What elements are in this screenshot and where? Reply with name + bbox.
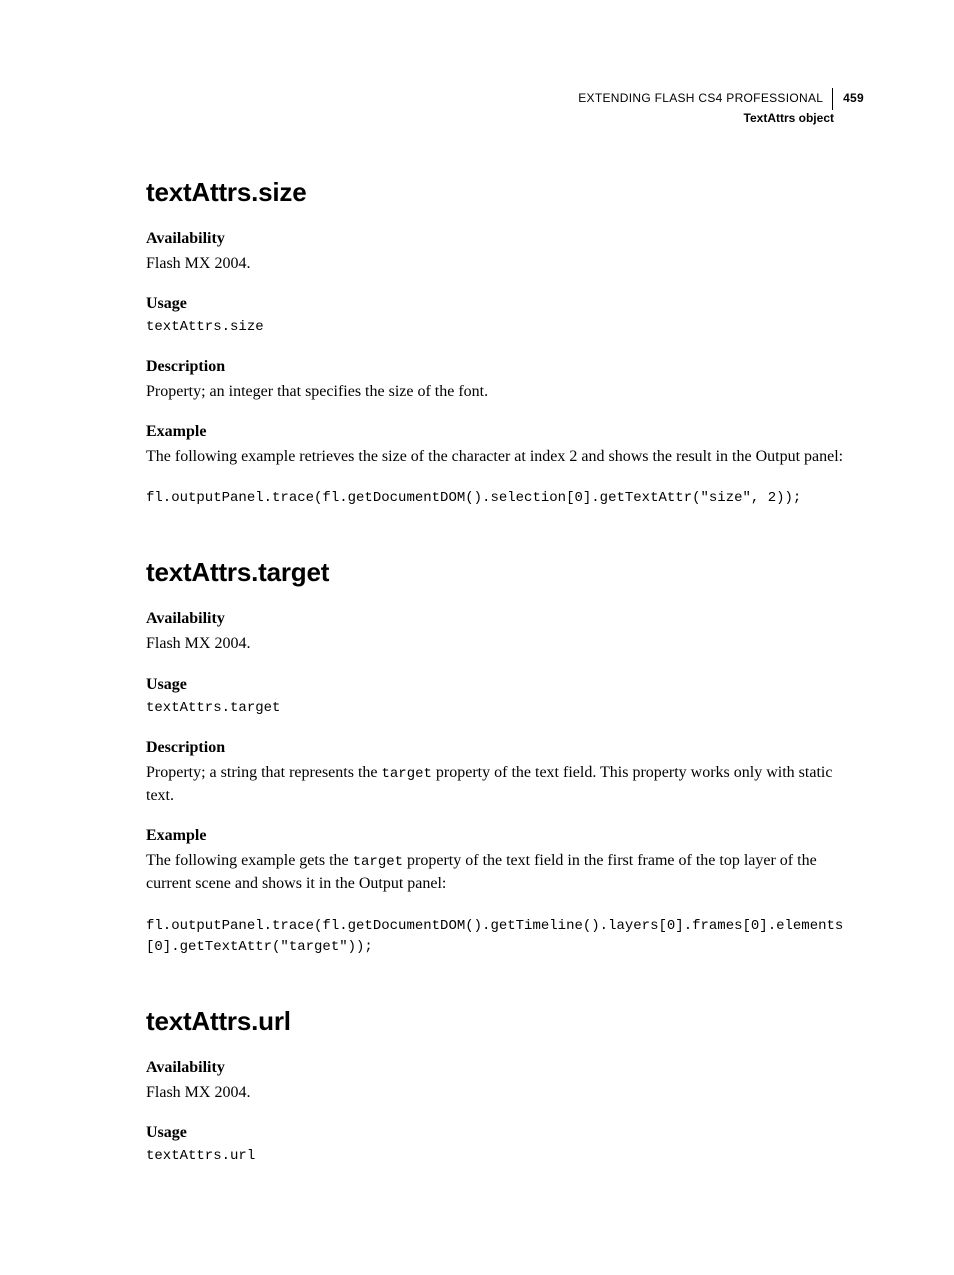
example-intro: The following example gets the target pr… bbox=[146, 849, 864, 895]
example-intro-code: target bbox=[353, 854, 403, 870]
page-number: 459 bbox=[843, 91, 864, 105]
description-label: Description bbox=[146, 739, 864, 757]
usage-code: textAttrs.target bbox=[146, 698, 864, 719]
example-intro-pre: The following example gets the bbox=[146, 852, 353, 869]
usage-label: Usage bbox=[146, 295, 864, 313]
example-code: fl.outputPanel.trace(fl.getDocumentDOM()… bbox=[146, 488, 864, 509]
availability-label: Availability bbox=[146, 610, 864, 628]
availability-label: Availability bbox=[146, 1059, 864, 1077]
description-inline-code: target bbox=[382, 766, 432, 782]
example-block: Example The following example retrieves … bbox=[146, 423, 864, 509]
example-block: Example The following example gets the t… bbox=[146, 827, 864, 957]
running-header: EXTENDING FLASH CS4 PROFESSIONAL 459 Tex… bbox=[146, 88, 864, 127]
usage-label: Usage bbox=[146, 676, 864, 694]
header-divider bbox=[832, 88, 833, 110]
usage-block: Usage textAttrs.url bbox=[146, 1124, 864, 1167]
description-pre: Property; a string that represents the bbox=[146, 764, 382, 781]
section-target: textAttrs.target Availability Flash MX 2… bbox=[146, 557, 864, 957]
doc-title: EXTENDING FLASH CS4 PROFESSIONAL bbox=[578, 91, 823, 105]
section-heading: textAttrs.target bbox=[146, 557, 864, 588]
section-heading: textAttrs.size bbox=[146, 177, 864, 208]
section-size: textAttrs.size Availability Flash MX 200… bbox=[146, 177, 864, 510]
usage-block: Usage textAttrs.size bbox=[146, 295, 864, 338]
description-text: Property; an integer that specifies the … bbox=[146, 380, 864, 403]
description-text: Property; a string that represents the t… bbox=[146, 761, 864, 807]
example-label: Example bbox=[146, 827, 864, 845]
usage-block: Usage textAttrs.target bbox=[146, 676, 864, 719]
availability-label: Availability bbox=[146, 230, 864, 248]
usage-code: textAttrs.size bbox=[146, 317, 864, 338]
running-header-line1: EXTENDING FLASH CS4 PROFESSIONAL 459 bbox=[578, 88, 864, 110]
availability-block: Availability Flash MX 2004. bbox=[146, 610, 864, 655]
availability-text: Flash MX 2004. bbox=[146, 632, 864, 655]
availability-text: Flash MX 2004. bbox=[146, 252, 864, 275]
availability-block: Availability Flash MX 2004. bbox=[146, 230, 864, 275]
usage-label: Usage bbox=[146, 1124, 864, 1142]
example-intro: The following example retrieves the size… bbox=[146, 445, 864, 468]
section-url: textAttrs.url Availability Flash MX 2004… bbox=[146, 1006, 864, 1167]
page-container: EXTENDING FLASH CS4 PROFESSIONAL 459 Tex… bbox=[0, 0, 954, 1275]
description-label: Description bbox=[146, 358, 864, 376]
availability-block: Availability Flash MX 2004. bbox=[146, 1059, 864, 1104]
availability-text: Flash MX 2004. bbox=[146, 1081, 864, 1104]
section-heading: textAttrs.url bbox=[146, 1006, 864, 1037]
description-block: Description Property; an integer that sp… bbox=[146, 358, 864, 403]
example-code: fl.outputPanel.trace(fl.getDocumentDOM()… bbox=[146, 916, 864, 958]
example-label: Example bbox=[146, 423, 864, 441]
usage-code: textAttrs.url bbox=[146, 1146, 864, 1167]
running-header-inner: EXTENDING FLASH CS4 PROFESSIONAL 459 Tex… bbox=[578, 88, 864, 127]
doc-subtitle: TextAttrs object bbox=[578, 110, 834, 127]
description-block: Description Property; a string that repr… bbox=[146, 739, 864, 807]
